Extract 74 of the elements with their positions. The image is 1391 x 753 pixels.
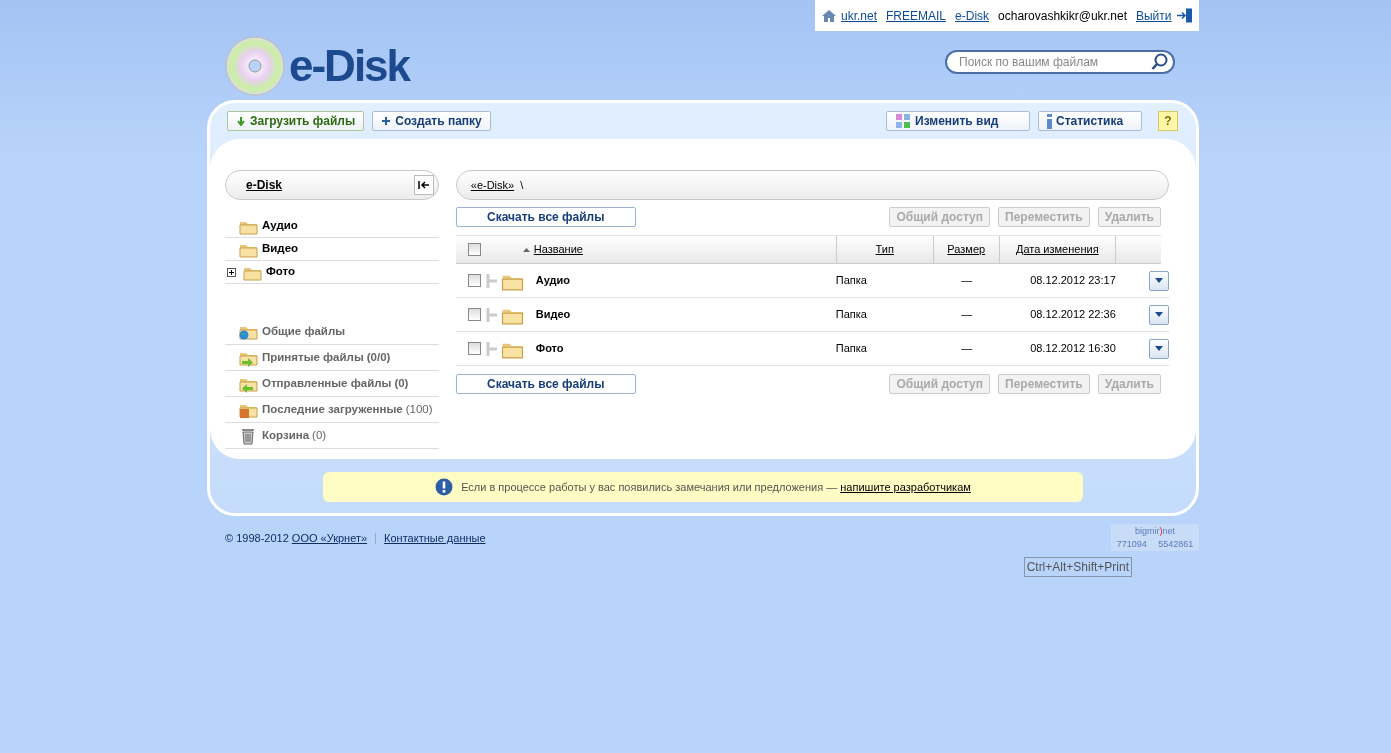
- search-bar[interactable]: Поиск по вашим файлам: [945, 49, 1175, 74]
- table-cell: Папка: [835, 274, 867, 287]
- table-cell: Папка: [835, 342, 867, 355]
- exit-icon: [1175, 8, 1192, 23]
- counter-brand: bigmir)net: [1134, 525, 1176, 538]
- caret-icon: [1155, 312, 1163, 317]
- dropdown-button[interactable]: [1149, 338, 1169, 359]
- file-name[interactable]: Аудио: [535, 272, 571, 289]
- table-cell: 08.12.2012 16:30: [1030, 342, 1116, 355]
- caret-icon: [1155, 278, 1163, 283]
- column-header[interactable]: Дата изменения: [1015, 241, 1099, 258]
- caret-icon: [1155, 346, 1163, 351]
- checkbox[interactable]: [467, 342, 481, 355]
- notice-text: Если в процессе работы у вас появились замечания или предложения — напишите разработчикам: [461, 479, 971, 495]
- breadcrumb-separator: \: [520, 177, 524, 193]
- disc-icon: [225, 35, 285, 96]
- dropdown-button[interactable]: [1149, 304, 1169, 325]
- column-header[interactable]: Размер: [947, 241, 986, 258]
- footer-link[interactable]: Контактные данные: [384, 530, 486, 547]
- toolbar-button[interactable]: Статистика: [1038, 111, 1142, 131]
- link[interactable]: e-Disk: [955, 6, 990, 25]
- user-email: ocharovashkikr@ukr.net: [998, 7, 1127, 25]
- dropdown-button[interactable]: [1149, 270, 1169, 291]
- table-cell: —: [961, 342, 973, 355]
- down-arrow-icon: [236, 116, 246, 126]
- sidebar-item[interactable]: Видео: [225, 238, 439, 261]
- info-icon: [1047, 113, 1052, 129]
- table-cell: 08.12.2012 22:36: [1030, 308, 1116, 321]
- table-cell: 08.12.2012 23:17: [1030, 274, 1116, 287]
- toolbar-button[interactable]: Изменить вид: [886, 111, 1030, 131]
- checkbox[interactable]: [467, 274, 481, 287]
- footer-link[interactable]: ООО «Укрнет»: [291, 532, 368, 544]
- tree-connector-icon: [484, 341, 497, 356]
- sidebar-title[interactable]: e-Disk: [246, 176, 283, 194]
- download-button[interactable]: Скачать все файлы: [455, 207, 636, 227]
- sidebar-item[interactable]: Фото: [225, 261, 439, 284]
- sidebar-item[interactable]: Аудио: [225, 215, 439, 238]
- sidebar-item[interactable]: Корзина (0): [225, 423, 439, 449]
- search-icon: [1151, 52, 1169, 71]
- sidebar-item[interactable]: Общие файлы: [225, 319, 439, 345]
- help-button[interactable]: ?: [1158, 111, 1178, 131]
- sidebar-item[interactable]: Отправленные файлы (0): [225, 371, 439, 397]
- column-header[interactable]: Название: [533, 241, 583, 258]
- file-name[interactable]: Фото: [535, 340, 564, 357]
- collapse-icon: [417, 180, 430, 190]
- plus-icon: [381, 116, 392, 126]
- counter-value: 5542861: [1158, 538, 1194, 551]
- grid-icon: [895, 113, 911, 129]
- checkbox[interactable]: [467, 308, 481, 321]
- logo-text: e-Disk: [289, 40, 410, 91]
- collapse-button[interactable]: [413, 175, 434, 195]
- notice-link[interactable]: напишите разработчикам: [840, 480, 971, 493]
- sidebar-item[interactable]: Последние загруженные (100): [225, 397, 439, 423]
- toolbar-button[interactable]: Загрузить файлы: [227, 111, 365, 131]
- counter-value: 771094: [1116, 538, 1147, 551]
- hotkey-label: Ctrl+Alt+Shift+Print: [1023, 557, 1132, 577]
- table-cell: —: [961, 274, 973, 287]
- home-icon: [821, 8, 837, 23]
- table-cell: Папка: [835, 308, 867, 321]
- table-cell: —: [961, 308, 973, 321]
- column-header[interactable]: Тип: [875, 241, 894, 258]
- tree-connector-icon: [484, 273, 497, 288]
- file-name[interactable]: Видео: [535, 306, 571, 323]
- tree-connector-icon: [484, 307, 497, 322]
- logout-link[interactable]: Выйти: [1135, 6, 1172, 25]
- exclamation-icon: [435, 478, 454, 496]
- download-button[interactable]: Скачать все файлы: [455, 374, 636, 394]
- link[interactable]: FREEMAIL: [886, 6, 947, 25]
- sidebar-item[interactable]: Принятые файлы (0/0): [225, 345, 439, 371]
- checkbox[interactable]: [467, 243, 481, 256]
- copyright-text: © 1998-2012 ООО «Укрнет»: [225, 531, 368, 546]
- breadcrumb-link[interactable]: «e-Disk»: [470, 176, 515, 194]
- link[interactable]: ukr.net: [841, 6, 878, 25]
- toolbar-button[interactable]: Создать папку: [372, 111, 491, 131]
